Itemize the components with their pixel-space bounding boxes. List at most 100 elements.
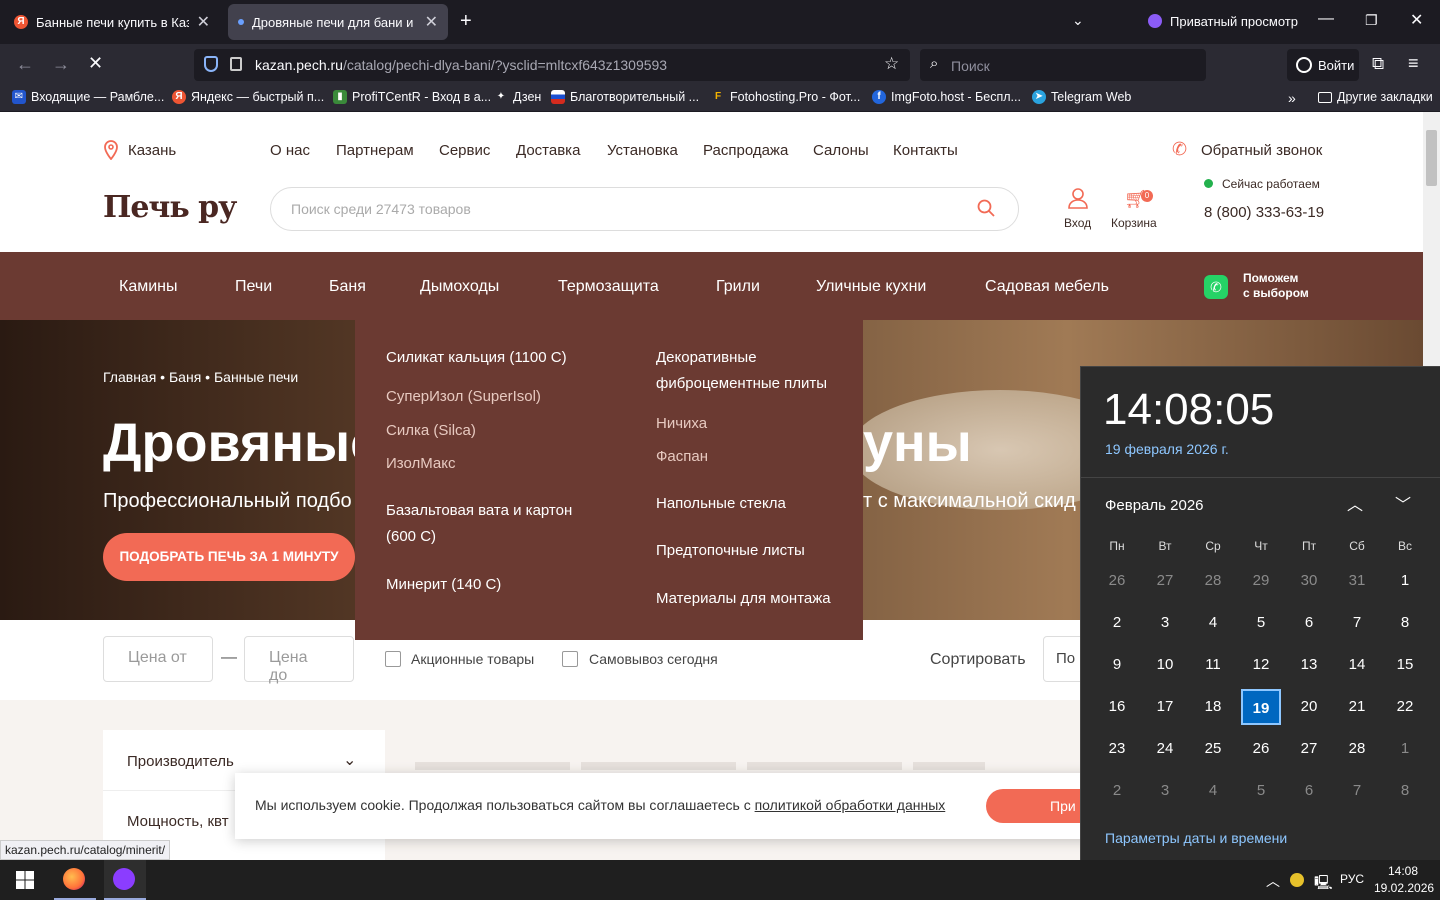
calendar-day[interactable]: 26: [1097, 563, 1137, 599]
calendar-day[interactable]: 11: [1193, 647, 1233, 683]
calendar-day[interactable]: 7: [1337, 773, 1377, 809]
breadcrumb-link[interactable]: Главная: [103, 369, 156, 385]
dropdown-category[interactable]: Декоративные: [656, 345, 757, 371]
filter-manufacturer[interactable]: Производитель: [127, 753, 234, 770]
calendar-day[interactable]: 16: [1097, 689, 1137, 725]
menu-item[interactable]: Грили: [716, 278, 760, 296]
dropdown-category[interactable]: (600 С): [386, 524, 436, 550]
taskbar-firefox[interactable]: [54, 860, 96, 900]
calendar-day[interactable]: 10: [1145, 647, 1185, 683]
tray-app-icon[interactable]: [1290, 873, 1304, 887]
nav-link[interactable]: Доставка: [516, 142, 580, 159]
pickup-checkbox[interactable]: [562, 651, 578, 667]
phone-number[interactable]: 8 (800) 333-63-19: [1204, 204, 1324, 221]
breadcrumb-link[interactable]: Баня: [169, 369, 201, 385]
calendar-day[interactable]: 5: [1241, 605, 1281, 641]
calendar-day[interactable]: 29: [1241, 563, 1281, 599]
chevron-up-icon[interactable]: ︿: [1347, 491, 1363, 515]
taskbar-firefox-private[interactable]: [104, 860, 146, 900]
menu-icon[interactable]: ≡: [1408, 53, 1419, 74]
calendar-day[interactable]: 14: [1337, 647, 1377, 683]
taskbar-date[interactable]: 19.02.2026: [1374, 881, 1434, 895]
calendar-day[interactable]: 2: [1097, 605, 1137, 641]
nav-link[interactable]: Салоны: [813, 142, 869, 159]
calendar-day[interactable]: 1: [1385, 563, 1425, 599]
clock-date[interactable]: 19 февраля 2026 г.: [1105, 441, 1229, 457]
calendar-day[interactable]: 9: [1097, 647, 1137, 683]
calendar-day[interactable]: 28: [1337, 731, 1377, 767]
chevron-down-icon[interactable]: ⌄: [1072, 12, 1084, 29]
calendar-day[interactable]: 28: [1193, 563, 1233, 599]
taskbar-time[interactable]: 14:08: [1388, 864, 1418, 878]
search-icon[interactable]: [977, 199, 995, 217]
calendar-day[interactable]: 3: [1145, 605, 1185, 641]
calendar-day[interactable]: 30: [1289, 563, 1329, 599]
calendar-day[interactable]: 4: [1193, 605, 1233, 641]
browser-search-input[interactable]: ⌕ Поиск: [920, 49, 1206, 81]
dropdown-category[interactable]: Напольные стекла: [656, 491, 786, 517]
menu-item-active[interactable]: Термозащита: [558, 278, 659, 296]
help-text[interactable]: с выбором: [1243, 286, 1309, 300]
bookmark-item[interactable]: F Fotohosting.Pro - Фот...: [711, 90, 860, 104]
dropdown-category[interactable]: Предтопочные листы: [656, 538, 805, 564]
menu-item[interactable]: Дымоходы: [420, 278, 499, 296]
close-tab-icon[interactable]: ✕: [425, 12, 438, 32]
menu-item[interactable]: Садовая мебель: [985, 278, 1109, 296]
user-icon[interactable]: [1067, 187, 1089, 209]
chevron-right-icon[interactable]: »: [1288, 90, 1296, 106]
calendar-day[interactable]: 6: [1289, 773, 1329, 809]
calendar-day[interactable]: 15: [1385, 647, 1425, 683]
calendar-day[interactable]: 13: [1289, 647, 1329, 683]
bookmark-star-icon[interactable]: ☆: [884, 54, 899, 74]
calendar-day[interactable]: 8: [1385, 605, 1425, 641]
price-from-input[interactable]: Цена от: [103, 636, 213, 682]
price-to-input[interactable]: Цена до: [244, 636, 354, 684]
bookmark-item[interactable]: ➤ Telegram Web: [1032, 90, 1131, 104]
calendar-day[interactable]: 6: [1289, 605, 1329, 641]
calendar-day[interactable]: 7: [1337, 605, 1377, 641]
dropdown-category[interactable]: Силикат кальция (1100 С): [386, 345, 567, 371]
calendar-day[interactable]: 20: [1289, 689, 1329, 725]
callback-link[interactable]: Обратный звонок: [1201, 142, 1322, 159]
promo-checkbox[interactable]: [385, 651, 401, 667]
cookie-policy-link[interactable]: политикой обработки данных: [755, 797, 946, 813]
close-tab-icon[interactable]: ✕: [197, 12, 210, 32]
nav-link[interactable]: Распродажа: [703, 142, 788, 159]
dropdown-subitem[interactable]: Фаспан: [656, 444, 708, 470]
calendar-day[interactable]: 26: [1241, 731, 1281, 767]
dropdown-category[interactable]: фиброцементные плиты: [656, 371, 827, 397]
calendar-day[interactable]: 31: [1337, 563, 1377, 599]
nav-link[interactable]: Установка: [607, 142, 678, 159]
filter-power[interactable]: Мощность, квт: [127, 813, 229, 830]
minimize-icon[interactable]: —: [1318, 10, 1334, 28]
shield-icon[interactable]: [204, 56, 218, 72]
menu-item[interactable]: Камины: [119, 278, 178, 296]
whatsapp-icon[interactable]: ✆: [1204, 275, 1228, 299]
dropdown-subitem[interactable]: Силка (Silca): [386, 418, 476, 444]
dropdown-subitem[interactable]: ИзолМакс: [386, 451, 456, 477]
chevron-down-icon[interactable]: ﹀: [1395, 491, 1411, 515]
nav-link[interactable]: Партнерам: [336, 142, 414, 159]
calendar-day-today[interactable]: 19: [1241, 689, 1281, 725]
back-icon[interactable]: ←: [16, 54, 34, 75]
network-icon[interactable]: 🖳︎: [1314, 872, 1333, 896]
dropdown-category[interactable]: Материалы для монтажа: [656, 586, 831, 612]
dropdown-category[interactable]: Минерит (140 С): [386, 572, 501, 598]
menu-item[interactable]: Баня: [329, 278, 366, 296]
login-button[interactable]: Войти: [1287, 49, 1359, 81]
calendar-day[interactable]: 5: [1241, 773, 1281, 809]
bookmark-item[interactable]: ✉ Входящие — Рамбле...: [12, 90, 164, 104]
calendar-day[interactable]: 4: [1193, 773, 1233, 809]
nav-link[interactable]: Контакты: [893, 142, 958, 159]
bookmark-item[interactable]: ✦ Дзен: [494, 90, 542, 104]
calendar-day[interactable]: 1: [1385, 731, 1425, 767]
calendar-month[interactable]: Февраль 2026: [1105, 497, 1204, 514]
calendar-day[interactable]: 24: [1145, 731, 1185, 767]
chevron-down-icon[interactable]: ⌄: [343, 750, 356, 770]
calendar-day[interactable]: 27: [1289, 731, 1329, 767]
windows-start-icon[interactable]: [16, 871, 34, 889]
dropdown-subitem[interactable]: Ничиха: [656, 411, 707, 437]
site-logo[interactable]: Печь ру: [103, 190, 237, 225]
nav-link[interactable]: О нас: [270, 142, 310, 159]
calendar-day[interactable]: 25: [1193, 731, 1233, 767]
